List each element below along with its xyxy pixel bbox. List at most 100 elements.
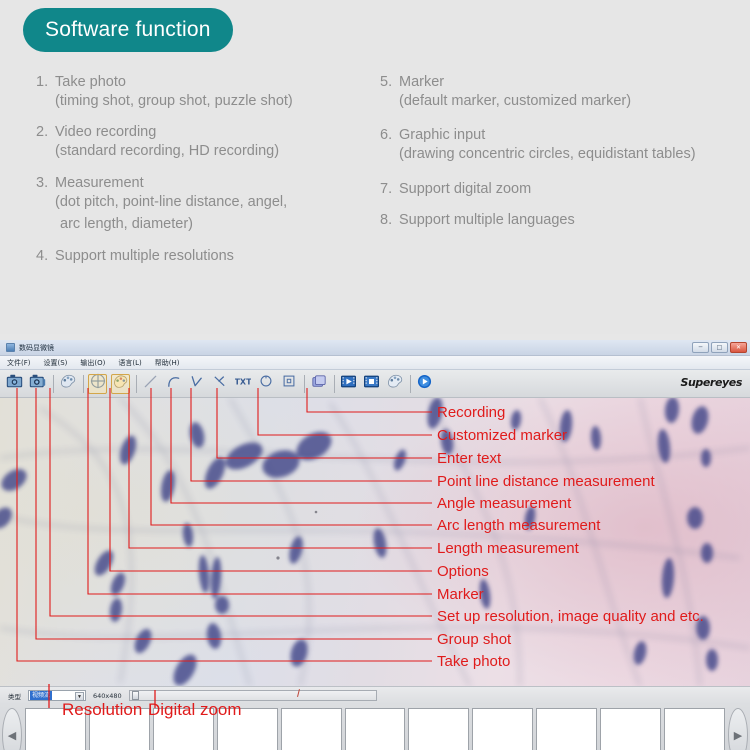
take-photo-button[interactable]	[4, 373, 25, 395]
video-settings-button[interactable]	[384, 373, 405, 395]
feature-column-left: 1. Take photo (timing shot, group shot, pu…	[0, 74, 380, 276]
feature-subtitle: (default marker, customized marker)	[399, 90, 750, 112]
length-measure-button[interactable]	[140, 373, 161, 395]
toolbar-separator	[136, 374, 137, 393]
type-label: 类型	[8, 692, 21, 701]
feature-item: 1. Take photo (timing shot, group shot, pu…	[36, 74, 380, 112]
resolution-select[interactable]: 视频流 ▼	[28, 690, 86, 701]
thumbnail-item[interactable]	[88, 708, 150, 750]
digital-zoom-slider[interactable]	[128, 688, 377, 701]
menu-settings[interactable]: 设置(S)	[44, 358, 68, 368]
thumbnail-item[interactable]	[25, 708, 86, 750]
live-view-image	[0, 398, 750, 686]
angle-measure-button[interactable]	[186, 373, 207, 395]
thumbnail-list	[25, 708, 725, 750]
window-buttons: ─ □ ✕	[692, 342, 747, 353]
feature-number: 8.	[380, 211, 393, 228]
menu-bar: 文件(F) 设置(S) 输出(O) 语言(L) 帮助(H)	[0, 356, 750, 370]
application-window: 数码显微镜 ─ □ ✕ 文件(F) 设置(S) 输出(O) 语言(L) 帮助(H) TX…	[0, 340, 750, 750]
default-marker-button[interactable]	[278, 373, 299, 395]
thumbnail-item[interactable]	[216, 708, 278, 750]
supereyes-logo: Supereyes	[680, 376, 742, 389]
feature-title: Marker	[399, 74, 445, 90]
camera-icon	[6, 374, 23, 393]
marker-button[interactable]	[87, 373, 108, 395]
toolbar: TXT Supereyes	[0, 370, 750, 398]
feature-heading: 5. Marker	[380, 74, 750, 90]
group-shot-button[interactable]	[27, 373, 48, 395]
feature-title: Graphic input	[399, 127, 486, 144]
graphic-input-button[interactable]	[308, 373, 329, 395]
options-button[interactable]	[110, 373, 131, 395]
svg-text:TXT: TXT	[235, 377, 251, 386]
square-marker-icon	[282, 374, 296, 393]
thumbnail-item[interactable]	[280, 708, 342, 750]
point-line-icon	[212, 374, 227, 394]
feature-heading: 2. Video recording	[36, 124, 380, 140]
feature-number: 7.	[380, 180, 393, 197]
play-button[interactable]	[414, 373, 435, 395]
feature-title: Support multiple languages	[399, 211, 575, 228]
feature-heading: 1. Take photo	[36, 74, 380, 90]
feature-number: 3.	[36, 174, 49, 191]
feature-subtitle: (dot pitch, point-line distance, angel, a…	[55, 191, 380, 236]
enter-text-button[interactable]: TXT	[232, 373, 253, 395]
thumbnail-item[interactable]	[536, 708, 598, 750]
thumbnail-item[interactable]	[152, 708, 214, 750]
feature-title: Video recording	[55, 124, 157, 141]
thumbnail-item[interactable]	[600, 708, 662, 750]
window-titlebar: 数码显微镜 ─ □ ✕	[0, 340, 750, 356]
thumbnail-item[interactable]	[408, 708, 470, 750]
recording-button[interactable]	[338, 373, 359, 395]
microscope-sample-image	[0, 398, 750, 686]
toolbar-separator	[304, 374, 305, 393]
maximize-button[interactable]: □	[711, 342, 728, 353]
feature-item: 3. Measurement (dot pitch, point-line dist…	[36, 175, 380, 236]
feature-subtitle-line: (default marker, customized marker)	[399, 93, 632, 109]
menu-file[interactable]: 文件(F)	[7, 358, 31, 368]
feature-number: 6.	[380, 127, 393, 144]
setup-button[interactable]	[57, 373, 78, 395]
play-icon	[417, 374, 432, 394]
feature-title: Support digital zoom	[399, 180, 532, 197]
feature-title: Support multiple resolutions	[55, 247, 234, 264]
feature-title: Take photo	[55, 74, 126, 90]
close-button[interactable]: ✕	[730, 342, 747, 353]
feature-heading: 6. Graphic input	[380, 127, 750, 143]
menu-output[interactable]: 输出(O)	[80, 358, 105, 368]
digital-zoom-knob[interactable]	[131, 691, 139, 700]
chevron-down-icon[interactable]: ▼	[75, 692, 84, 701]
menu-help[interactable]: 帮助(H)	[155, 358, 180, 368]
thumbnail-item[interactable]	[664, 708, 725, 750]
circle-marker-icon	[259, 374, 273, 393]
settings-palette-icon	[59, 373, 77, 394]
thumbnail-prev-button[interactable]: ◀	[2, 708, 22, 750]
thumbnail-next-button[interactable]: ▶	[728, 708, 748, 750]
feature-title: Measurement	[55, 174, 144, 191]
feature-heading: 4. Support multiple resolutions	[36, 248, 380, 264]
toolbar-separator	[53, 374, 54, 393]
thumbnail-item[interactable]	[344, 708, 406, 750]
arc-icon	[166, 374, 181, 394]
angle-icon	[189, 374, 204, 394]
thumbnail-item[interactable]	[472, 708, 534, 750]
resolution-value: 视频流	[30, 691, 53, 700]
arc-length-button[interactable]	[163, 373, 184, 395]
point-line-distance-button[interactable]	[209, 373, 230, 395]
feature-subtitle-line: (standard recording, HD recording)	[55, 143, 280, 160]
crosshair-icon	[90, 373, 106, 394]
customized-marker-button[interactable]	[255, 373, 276, 395]
feature-subtitle-line: (drawing concentric circles, equidistant…	[399, 146, 696, 163]
menu-language[interactable]: 语言(L)	[118, 358, 141, 368]
palette-icon	[112, 374, 129, 394]
hd-recording-button[interactable]	[361, 373, 382, 395]
feature-number: 2.	[36, 124, 49, 141]
toolbar-separator	[334, 374, 335, 393]
window-title: 数码显微镜	[19, 343, 54, 352]
feature-list: 1. Take photo (timing shot, group shot, pu…	[0, 74, 750, 276]
feature-item: 7. Support digital zoom	[380, 181, 750, 197]
feature-column-right: 5. Marker (default marker, customized mark…	[380, 74, 750, 276]
minimize-button[interactable]: ─	[692, 342, 709, 353]
feature-heading: 8. Support multiple languages	[380, 212, 750, 228]
feature-number: 4.	[36, 247, 49, 264]
